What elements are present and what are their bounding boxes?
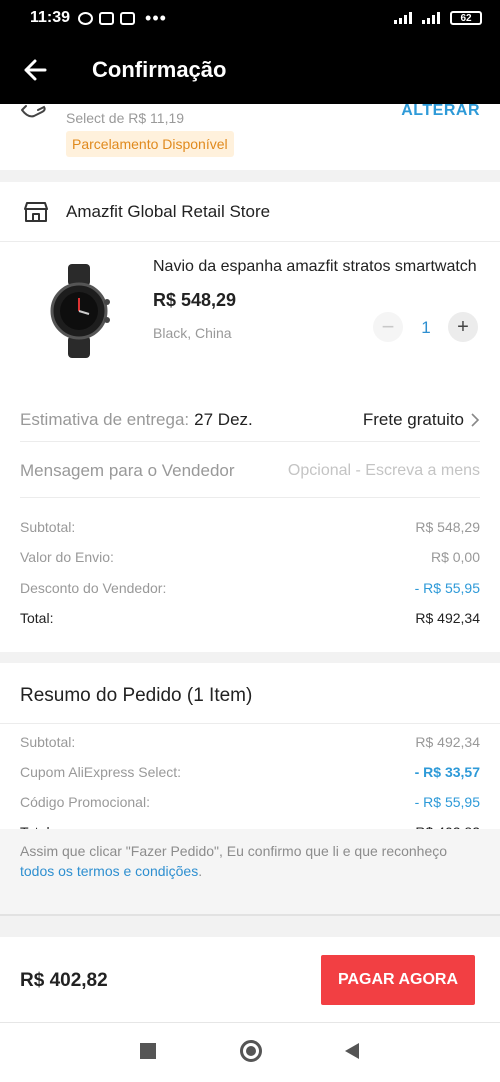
terms-notice: Assim que clicar "Fazer Pedido", Eu conf…	[0, 829, 500, 916]
payment-hand-icon	[20, 104, 48, 124]
product-name[interactable]: Navio da espanha amazfit stratos smartwa…	[153, 258, 483, 276]
product-price: R$ 548,29	[153, 290, 237, 310]
order-subtotal-row: Subtotal: R$ 492,34	[20, 734, 480, 750]
battery-icon: 62	[450, 11, 482, 25]
order-summary-title: Resumo do Pedido (1 Item)	[20, 685, 253, 706]
summary-label: Valor do Envio:	[20, 549, 114, 565]
installment-badge: Parcelamento Disponível	[66, 131, 234, 157]
shipping-label: Frete gratuito	[362, 409, 464, 429]
store-total-row: Total: R$ 492,34	[20, 610, 480, 626]
summary-value: R$ 0,00	[430, 549, 480, 565]
delivery-label: Estimativa de entrega:	[20, 409, 190, 429]
signal-icon	[394, 12, 412, 24]
seller-message-input[interactable]	[254, 461, 480, 480]
delivery-date: 27 Dez.	[194, 409, 253, 429]
seller-message-row: Mensagem para o Vendedor	[20, 444, 480, 498]
pay-now-button[interactable]: PAGAR AGORA	[321, 955, 475, 1005]
system-nav-bar	[0, 1023, 500, 1082]
status-time: 11:39	[30, 9, 71, 26]
back-arrow-icon[interactable]	[0, 36, 70, 104]
more-notifications-icon: •••	[145, 7, 167, 28]
change-payment-button[interactable]: ALTERAR	[401, 102, 480, 120]
summary-value: R$ 492,34	[415, 610, 480, 626]
terms-end: .	[198, 863, 203, 879]
summary-value: - R$ 55,95	[414, 580, 480, 596]
home-icon[interactable]	[240, 1040, 262, 1062]
system-back-icon[interactable]	[345, 1043, 359, 1059]
message-icon	[120, 11, 136, 25]
summary-label: Subtotal:	[20, 519, 76, 535]
summary-label: Código Promocional:	[20, 794, 150, 810]
notification-icons: •••	[78, 8, 167, 29]
store-discount-row: Desconto do Vendedor: - R$ 55,95	[20, 580, 480, 596]
payment-method-section: Select de R$ 11,19 ALTERAR Parcelamento …	[0, 102, 500, 170]
product-variant: Black, China	[153, 325, 232, 341]
payment-subtitle: Select de R$ 11,19	[66, 110, 185, 126]
summary-label: Total:	[20, 610, 54, 626]
store-header[interactable]: Amazfit Global Retail Store	[0, 182, 500, 242]
store-icon	[24, 201, 48, 223]
summary-label: Desconto do Vendedor:	[20, 580, 167, 596]
quantity-decrease-button[interactable]: −	[373, 312, 403, 342]
status-bar: 11:39 ••• 62	[0, 0, 500, 36]
order-summary-section: Resumo do Pedido (1 Item) Subtotal: R$ 4…	[0, 663, 500, 840]
store-order-section: Amazfit Global Retail Store Navio da esp…	[0, 182, 500, 652]
order-coupon-row: Cupom AliExpress Select: - R$ 33,57	[20, 764, 480, 780]
summary-value: - R$ 55,95	[414, 794, 480, 810]
summary-label: Cupom AliExpress Select:	[20, 764, 182, 780]
shipping-option[interactable]: Frete gratuito	[363, 410, 480, 430]
summary-value: R$ 492,34	[415, 734, 480, 750]
divider	[0, 723, 500, 724]
summary-label: Subtotal:	[20, 734, 76, 750]
store-shipping-row: Valor do Envio: R$ 0,00	[20, 549, 480, 565]
product-image[interactable]	[24, 256, 134, 366]
checkout-footer: R$ 402,82 PAGAR AGORA	[0, 937, 500, 1023]
quantity-value: 1	[421, 318, 431, 337]
signal-4g-icon	[422, 12, 440, 24]
terms-text: Assim que clicar "Fazer Pedido", Eu conf…	[20, 843, 448, 859]
app-bar: Confirmação	[0, 36, 500, 104]
page-title: Confirmação	[92, 57, 227, 82]
recents-icon[interactable]	[140, 1043, 156, 1059]
news-icon	[99, 11, 115, 25]
terms-link[interactable]: todos os termos e condições	[20, 863, 198, 879]
quantity-increase-button[interactable]: +	[448, 312, 478, 342]
store-name: Amazfit Global Retail Store	[66, 201, 271, 221]
whatsapp-icon	[78, 11, 94, 25]
order-promo-row: Código Promocional: - R$ 55,95	[20, 794, 480, 810]
chevron-right-icon	[471, 412, 480, 427]
delivery-row[interactable]: Estimativa de entrega: 27 Dez. Frete gra…	[20, 398, 480, 442]
summary-value: R$ 548,29	[415, 519, 480, 535]
footer-total: R$ 402,82	[20, 970, 108, 991]
store-subtotal-row: Subtotal: R$ 548,29	[20, 519, 480, 535]
summary-value: - R$ 33,57	[414, 764, 480, 780]
seller-message-label: Mensagem para o Vendedor	[20, 460, 235, 480]
